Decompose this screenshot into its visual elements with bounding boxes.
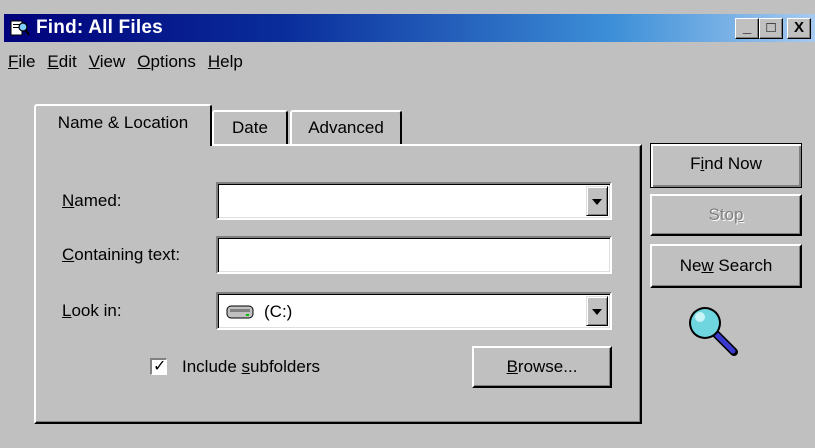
menu-view-accel: V — [88, 52, 100, 71]
menu-view[interactable]: View — [86, 52, 135, 76]
hard-drive-icon — [226, 305, 254, 319]
menu-file-accel: F — [8, 52, 19, 71]
menu-help-accel: H — [207, 52, 221, 71]
magnifier-icon — [689, 307, 738, 356]
find-now-post: nd Now — [704, 154, 762, 173]
menu-edit[interactable]: Edit — [44, 52, 85, 76]
menu-options[interactable]: Options — [134, 52, 205, 76]
browse-button[interactable]: Browse... — [472, 346, 612, 388]
include-subfolders-post: ubfolders — [250, 357, 320, 376]
find-now-button[interactable]: Find Now — [650, 143, 802, 188]
find-window: Find: All Files _ □ X File Edit View Opt… — [0, 0, 815, 448]
look-in-label: Look in: — [62, 301, 122, 321]
window-title: Find: All Files — [36, 17, 163, 38]
look-in-dropdown-button[interactable] — [586, 296, 608, 326]
look-in-label-rest: ook in: — [71, 301, 122, 320]
containing-text-label-rest: ontaining text: — [74, 245, 181, 264]
include-subfolders-pre: Include — [182, 357, 242, 376]
look-in-value: (C:) — [264, 302, 293, 321]
menu-help-rest: elp — [220, 52, 243, 71]
menu-options-accel: O — [137, 52, 151, 71]
title-bar[interactable]: Find: All Files _ □ X — [4, 14, 815, 42]
menu-bar: File Edit View Options Help — [8, 52, 252, 76]
new-search-post: Search — [713, 256, 773, 275]
checkmark-icon: ✓ — [153, 358, 167, 375]
chevron-down-icon — [592, 199, 602, 205]
look-in-combobox[interactable]: (C:) — [216, 292, 612, 330]
menu-options-rest: ptions — [150, 52, 196, 71]
include-subfolders-label[interactable]: Include subfolders — [182, 357, 320, 377]
menu-help[interactable]: Help — [205, 52, 252, 76]
find-now-pre: F — [690, 154, 701, 173]
maximize-button[interactable]: □ — [759, 18, 783, 39]
containing-text-label-accel: C — [62, 245, 75, 264]
named-combobox[interactable] — [216, 182, 612, 220]
tab-date[interactable]: Date — [212, 110, 288, 145]
stop-accel: p — [734, 205, 744, 224]
named-label-accel: N — [62, 191, 75, 210]
browse-rest: rowse... — [517, 357, 578, 376]
menu-file-rest: ile — [18, 52, 36, 71]
find-files-icon — [10, 20, 30, 36]
containing-text-label: Containing text: — [62, 245, 180, 265]
tab-name-location[interactable]: Name & Location — [34, 104, 212, 146]
include-subfolders-accel: s — [241, 357, 251, 376]
menu-edit-accel: E — [47, 52, 59, 71]
stop-pre: Sto — [708, 205, 735, 224]
new-search-button[interactable]: New Search — [650, 244, 802, 288]
new-search-accel: w — [701, 256, 714, 275]
include-subfolders-checkbox[interactable]: ✓ — [150, 358, 167, 375]
menu-edit-rest: dit — [58, 52, 77, 71]
close-button[interactable]: X — [787, 18, 811, 39]
named-label-rest: amed: — [74, 191, 122, 210]
chevron-down-icon — [592, 309, 602, 315]
named-label: Named: — [62, 191, 122, 211]
active-tab-joint — [36, 142, 210, 146]
new-search-pre: Ne — [679, 256, 702, 275]
menu-view-rest: iew — [99, 52, 126, 71]
stop-button[interactable]: Stop — [650, 194, 802, 236]
containing-text-input[interactable] — [216, 236, 612, 274]
browse-accel: B — [506, 357, 518, 376]
menu-file[interactable]: File — [8, 52, 44, 76]
tab-advanced[interactable]: Advanced — [290, 110, 402, 145]
minimize-button[interactable]: _ — [735, 18, 759, 39]
named-dropdown-button[interactable] — [586, 186, 608, 216]
